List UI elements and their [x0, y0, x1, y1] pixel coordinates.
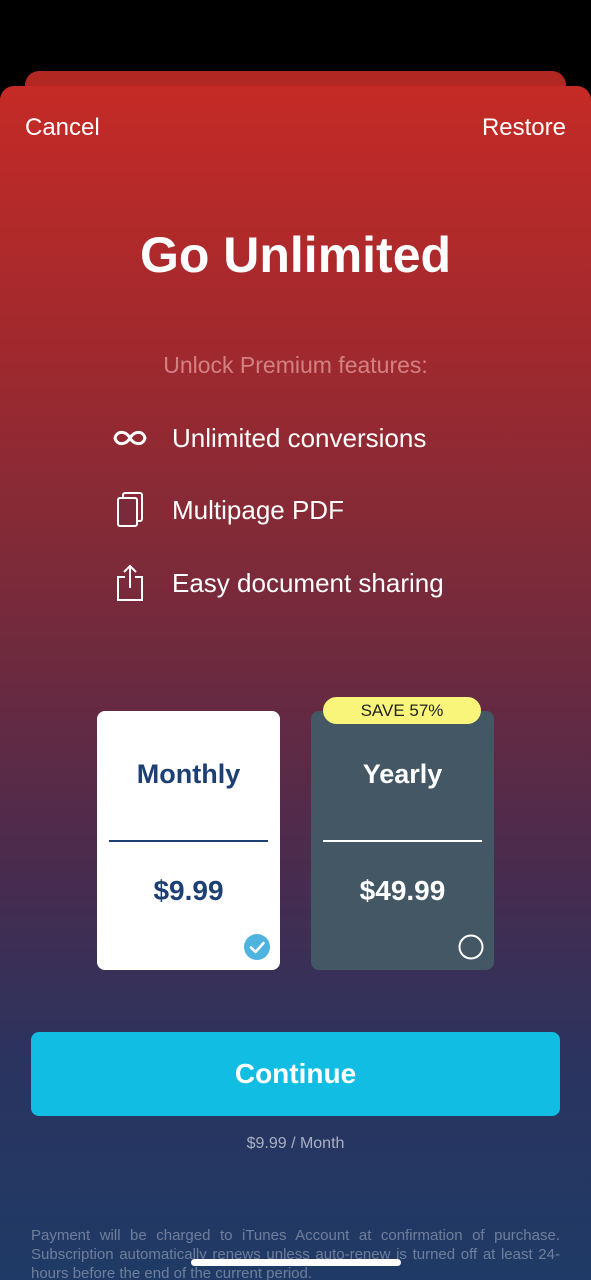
plan-price: $9.99 — [153, 875, 224, 906]
feature-item-unlimited-conversions: Unlimited conversions — [110, 418, 426, 458]
features-subtitle: Unlock Premium features: — [163, 352, 428, 378]
infinity-icon — [110, 418, 150, 458]
restore-button[interactable]: Restore — [482, 114, 566, 142]
feature-item-easy-sharing: Easy document sharing — [110, 563, 444, 603]
subscription-sheet: Cancel Restore Go Unlimited Unlock Premi… — [0, 86, 591, 1280]
plan-divider — [109, 840, 268, 842]
home-indicator[interactable] — [191, 1259, 401, 1266]
legal-text: Payment will be charged to iTunes Accoun… — [31, 1227, 560, 1280]
feature-item-multipage-pdf: Multipage PDF — [110, 490, 344, 530]
plan-card-yearly[interactable]: Yearly $49.99 — [311, 711, 494, 970]
share-icon — [110, 563, 150, 603]
plan-name: Yearly — [362, 759, 443, 789]
feature-label: Unlimited conversions — [172, 422, 427, 453]
cancel-button[interactable]: Cancel — [25, 114, 100, 142]
plan-price: $49.99 — [359, 875, 446, 906]
paywall-screen: Cancel Restore Go Unlimited Unlock Premi… — [0, 0, 591, 1280]
feature-label: Easy document sharing — [172, 567, 444, 598]
plan-divider — [323, 840, 482, 842]
pages-icon — [110, 490, 150, 530]
radio-unselected-icon — [458, 934, 484, 960]
feature-label: Multipage PDF — [172, 494, 344, 525]
price-summary: $9.99 / Month — [246, 1135, 345, 1152]
plan-name: Monthly — [136, 759, 241, 789]
continue-button[interactable]: Continue — [31, 1032, 560, 1116]
checkmark-selected-icon — [244, 934, 270, 960]
save-badge: SAVE 57% — [323, 697, 481, 724]
page-title: Go Unlimited — [139, 227, 452, 283]
plan-card-monthly[interactable]: Monthly $9.99 — [97, 711, 280, 970]
